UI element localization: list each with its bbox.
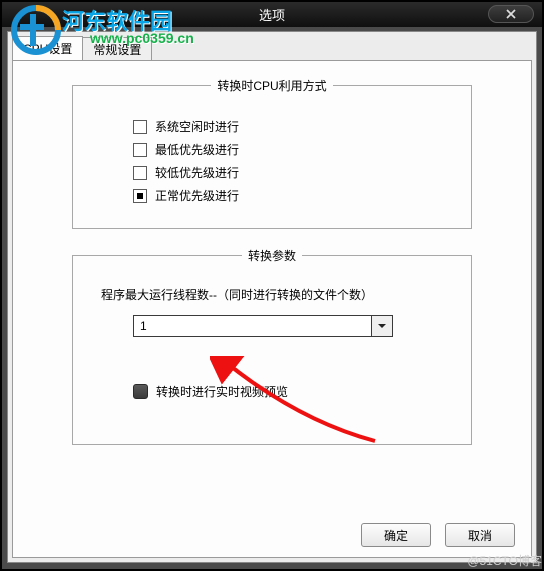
option-lowest: 最低优先级进行 xyxy=(133,141,451,158)
thread-count-combo[interactable]: 1 xyxy=(133,315,393,337)
option-normal: 正常优先级进行 xyxy=(133,187,451,204)
label-normal: 正常优先级进行 xyxy=(155,187,239,204)
checkbox-normal[interactable] xyxy=(133,189,147,203)
title-bar: 选项 xyxy=(2,2,542,27)
tab-general[interactable]: 常规设置 xyxy=(82,37,152,61)
label-preview: 转换时进行实时视频预览 xyxy=(156,383,288,400)
cancel-label: 取消 xyxy=(468,527,492,544)
tab-cpu-label: CPU设置 xyxy=(23,42,72,56)
thread-count-dropdown-button[interactable] xyxy=(371,315,393,337)
checkbox-lower[interactable] xyxy=(133,166,147,180)
tab-strip: CPU设置 常规设置 xyxy=(8,32,536,60)
option-idle: 系统空闲时进行 xyxy=(133,118,451,135)
tab-panel-cpu: 转换时CPU利用方式 系统空闲时进行 最低优先级进行 较低优先级进行 xyxy=(12,60,532,558)
group-cpu-legend: 转换时CPU利用方式 xyxy=(211,77,332,94)
group-params-legend: 转换参数 xyxy=(242,247,302,264)
group-convert-params: 转换参数 程序最大运行线程数--（同时进行转换的文件个数） 1 转换时进行实时视… xyxy=(72,247,472,445)
chevron-down-icon xyxy=(377,321,387,331)
label-lowest: 最低优先级进行 xyxy=(155,141,239,158)
checkbox-idle[interactable] xyxy=(133,120,147,134)
ok-label: 确定 xyxy=(384,527,408,544)
label-lower: 较低优先级进行 xyxy=(155,164,239,181)
cancel-button[interactable]: 取消 xyxy=(445,523,515,547)
window-title: 选项 xyxy=(259,5,285,24)
page: CPU设置 常规设置 转换时CPU利用方式 系统空闲时进行 最低优先级进行 xyxy=(7,31,537,563)
tab-general-label: 常规设置 xyxy=(93,43,141,57)
preview-option: 转换时进行实时视频预览 xyxy=(133,383,451,400)
ok-button[interactable]: 确定 xyxy=(361,523,431,547)
thread-description: 程序最大运行线程数--（同时进行转换的文件个数） xyxy=(101,286,451,303)
close-button[interactable] xyxy=(488,5,534,23)
checkbox-lowest[interactable] xyxy=(133,143,147,157)
client-area: CPU设置 常规设置 转换时CPU利用方式 系统空闲时进行 最低优先级进行 xyxy=(2,27,542,569)
tab-cpu[interactable]: CPU设置 xyxy=(12,36,83,60)
thread-count-value[interactable]: 1 xyxy=(133,315,371,337)
dialog-footer: 确定 取消 xyxy=(361,523,515,547)
label-idle: 系统空闲时进行 xyxy=(155,118,239,135)
group-cpu-usage: 转换时CPU利用方式 系统空闲时进行 最低优先级进行 较低优先级进行 xyxy=(72,77,472,229)
close-icon xyxy=(506,9,516,19)
checkbox-preview[interactable] xyxy=(133,384,148,399)
option-lower: 较低优先级进行 xyxy=(133,164,451,181)
